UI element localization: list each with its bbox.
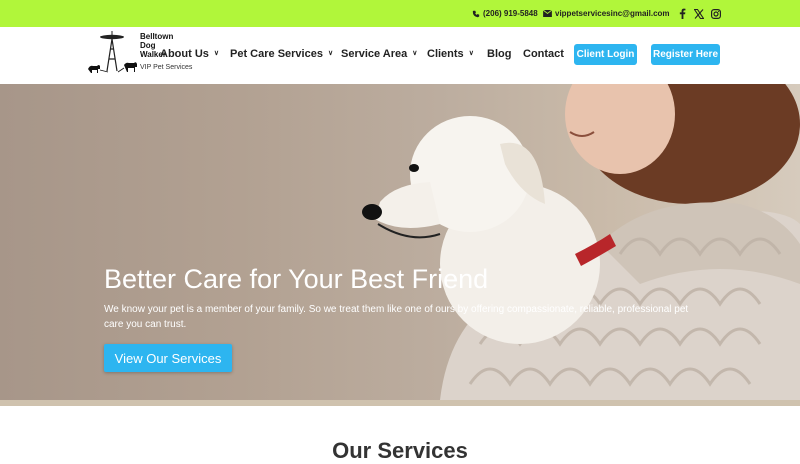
chevron-down-icon: ∨ <box>468 50 474 57</box>
register-button[interactable]: Register Here <box>651 44 720 65</box>
nav-label: Blog <box>487 48 512 60</box>
x-icon[interactable] <box>694 0 704 27</box>
nav-about-us[interactable]: About Us ∨ <box>160 27 219 81</box>
chevron-down-icon: ∨ <box>412 50 418 57</box>
chevron-down-icon: ∨ <box>213 50 220 57</box>
top-bar: (206) 919-5848 vippetservicesinc@gmail.c… <box>0 0 800 27</box>
email-address: vippetservicesinc@gmail.com <box>555 9 670 18</box>
site-header: Belltown Dog Walker VIP Pet Services Abo… <box>0 27 800 84</box>
nav-contact[interactable]: Contact <box>523 27 564 81</box>
view-services-button[interactable]: View Our Services <box>104 344 232 372</box>
facebook-icon[interactable] <box>679 0 686 27</box>
phone-number: (206) 919-5848 <box>483 9 538 18</box>
nav-label: Clients <box>427 48 464 60</box>
hero-section: Better Care for Your Best Friend We know… <box>0 84 800 400</box>
phone-link[interactable]: (206) 919-5848 <box>472 0 538 27</box>
instagram-icon[interactable] <box>711 0 721 27</box>
envelope-icon <box>543 10 552 17</box>
nav-label: Contact <box>523 48 564 60</box>
nav-service-area[interactable]: Service Area ∨ <box>341 27 417 81</box>
phone-icon <box>472 10 480 17</box>
chevron-down-icon: ∨ <box>327 50 334 57</box>
client-login-button[interactable]: Client Login <box>574 44 637 65</box>
hero-title: Better Care for Your Best Friend <box>104 264 489 294</box>
nav-clients[interactable]: Clients ∨ <box>427 27 474 81</box>
logo-needle-dogs-icon <box>88 31 137 73</box>
services-heading: Our Services <box>332 438 468 463</box>
email-link[interactable]: vippetservicesinc@gmail.com <box>543 0 670 27</box>
hero-divider <box>0 400 800 406</box>
nav-label: Service Area <box>341 48 408 60</box>
nav-label: About Us <box>160 48 209 60</box>
nav-pet-care-services[interactable]: Pet Care Services ∨ <box>230 27 333 81</box>
hero-subtitle: We know your pet is a member of your fam… <box>104 304 689 330</box>
nav-blog[interactable]: Blog <box>487 27 511 81</box>
nav-label: Pet Care Services <box>230 48 323 60</box>
